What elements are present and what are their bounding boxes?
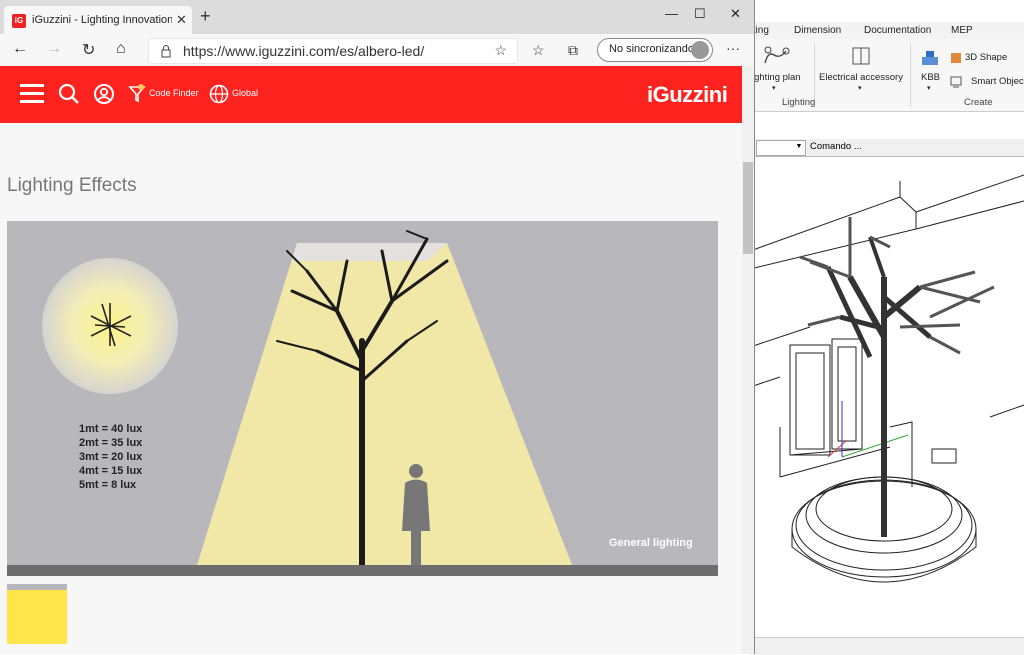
new-tab-icon[interactable]: + bbox=[200, 7, 211, 25]
maximize-icon[interactable]: ☐ bbox=[694, 6, 706, 22]
code-finder-link[interactable]: Code Finder bbox=[149, 88, 199, 98]
menu-icon[interactable] bbox=[20, 84, 44, 104]
lux-line: 5mt = 8 lux bbox=[79, 479, 137, 491]
lux-line: 3mt = 20 lux bbox=[79, 451, 143, 463]
avatar bbox=[691, 41, 709, 59]
forward-icon[interactable]: → bbox=[46, 40, 62, 58]
ribbon-panel: ighting plan ▾ Electrical accessory ▾ Li… bbox=[750, 39, 1024, 112]
user-icon[interactable] bbox=[93, 83, 115, 105]
command-bar: ▼ Comando ... bbox=[750, 139, 1024, 157]
sync-label: No sincronizando bbox=[609, 43, 694, 55]
favicon-icon: iG bbox=[12, 14, 26, 28]
url-bar[interactable]: https://www.iguzzini.com/es/albero-led/ … bbox=[148, 38, 518, 64]
electrical-accessory-button[interactable]: Electrical accessory bbox=[819, 72, 903, 83]
page-content: Lighting Effects 1mt = 40 lux 2mt = 35 l… bbox=[0, 123, 742, 654]
chevron-down-icon[interactable]: ▼ bbox=[794, 140, 804, 154]
tab-documentation[interactable]: Documentation bbox=[864, 25, 931, 36]
ribbon-tabs: fting Dimension Documentation MEP bbox=[750, 22, 1024, 39]
scrollbar[interactable] bbox=[742, 66, 754, 654]
more-menu-icon[interactable]: ··· bbox=[726, 40, 740, 56]
back-icon[interactable]: ← bbox=[12, 40, 28, 58]
lux-line: 4mt = 15 lux bbox=[79, 465, 143, 477]
chevron-down-icon[interactable]: ▾ bbox=[858, 84, 862, 92]
chevron-down-icon[interactable]: ▾ bbox=[927, 84, 931, 92]
3d-shape-icon[interactable] bbox=[949, 51, 963, 65]
home-icon[interactable]: ⌂ bbox=[116, 40, 126, 58]
tab-mep[interactable]: MEP bbox=[951, 25, 973, 36]
search-icon[interactable] bbox=[58, 83, 80, 105]
chevron-down-icon[interactable]: ▾ bbox=[772, 84, 776, 92]
tab-close-icon[interactable]: ✕ bbox=[176, 12, 187, 28]
lux-line: 2mt = 35 lux bbox=[79, 437, 143, 449]
cad-statusbar bbox=[750, 637, 1024, 655]
tab-dimension[interactable]: Dimension bbox=[794, 25, 841, 36]
collections-icon[interactable]: ⧉ bbox=[568, 42, 578, 59]
global-link[interactable]: Global bbox=[232, 88, 258, 98]
kbb-icon[interactable] bbox=[920, 49, 940, 67]
iguzzini-logo[interactable]: iGuzzini bbox=[647, 82, 728, 108]
close-icon[interactable]: ✕ bbox=[730, 6, 741, 22]
general-lighting-label: General lighting bbox=[609, 537, 693, 549]
smart-objects-icon[interactable] bbox=[949, 75, 963, 89]
kbb-button[interactable]: KBB bbox=[921, 72, 940, 83]
electrical-accessory-icon[interactable] bbox=[852, 47, 870, 65]
globe-icon[interactable] bbox=[209, 84, 229, 104]
effect-thumbnail[interactable] bbox=[7, 584, 67, 644]
group-label-create: Create bbox=[964, 97, 993, 108]
browser-window: iG iGuzzini - Lighting Innovation Fo ✕ +… bbox=[0, 0, 755, 654]
lighting-plan-button[interactable]: ighting plan bbox=[752, 72, 801, 83]
scroll-thumb[interactable] bbox=[743, 162, 753, 254]
3d-shape-button[interactable]: 3D Shape bbox=[965, 52, 1007, 63]
favorites-icon[interactable]: ☆ bbox=[532, 42, 545, 59]
ground bbox=[7, 565, 718, 576]
minimize-icon[interactable]: — bbox=[665, 6, 678, 21]
favorite-star-icon[interactable]: ☆ bbox=[494, 42, 507, 59]
tab-title: iGuzzini - Lighting Innovation Fo bbox=[32, 14, 172, 26]
site-header: Code Finder Global iGuzzini bbox=[0, 66, 742, 123]
address-toolbar: ← → ↻ ⌂ https://www.iguzzini.com/es/albe… bbox=[0, 34, 754, 66]
sync-button[interactable]: No sincronizando bbox=[597, 38, 713, 62]
group-label-lighting: Lighting bbox=[782, 97, 816, 108]
lighting-effects-illustration: 1mt = 40 lux 2mt = 35 lux 3mt = 20 lux 4… bbox=[7, 221, 718, 576]
lock-icon bbox=[161, 45, 171, 58]
lighting-plan-icon[interactable] bbox=[762, 45, 792, 65]
cad-viewport[interactable] bbox=[749, 157, 1024, 637]
url-text[interactable]: https://www.iguzzini.com/es/albero-led/ bbox=[183, 43, 424, 59]
smart-objects-button[interactable]: Smart Objec bbox=[971, 76, 1024, 87]
lux-values: 1mt = 40 lux 2mt = 35 lux 3mt = 20 lux 4… bbox=[79, 422, 142, 492]
filter-icon[interactable] bbox=[128, 84, 146, 104]
browser-tab[interactable]: iG iGuzzini - Lighting Innovation Fo ✕ bbox=[4, 6, 192, 34]
title-bar: iG iGuzzini - Lighting Innovation Fo ✕ +… bbox=[0, 0, 754, 34]
light-scene bbox=[42, 230, 572, 568]
refresh-icon[interactable]: ↻ bbox=[82, 40, 95, 60]
lux-line: 1mt = 40 lux bbox=[79, 423, 143, 435]
section-title: Lighting Effects bbox=[7, 175, 137, 196]
command-label[interactable]: Comando ... bbox=[810, 141, 862, 152]
tree-3d-model bbox=[749, 174, 1024, 583]
